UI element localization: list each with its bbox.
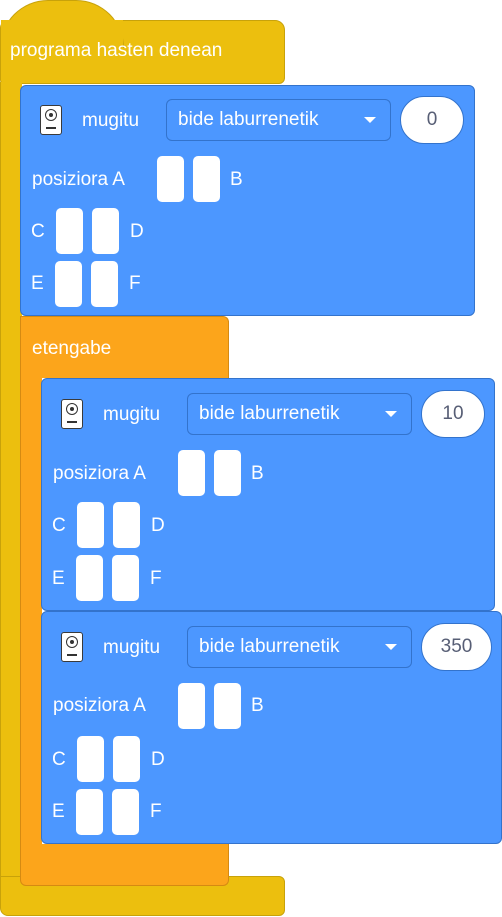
position-label: posiziora A bbox=[53, 695, 146, 716]
port-e-slot[interactable] bbox=[55, 261, 82, 307]
port-a-slot-2[interactable] bbox=[214, 450, 241, 496]
port-b-label: B bbox=[251, 695, 264, 716]
port-e-slot[interactable] bbox=[76, 789, 103, 835]
direction-dropdown[interactable]: bide laburrenetik bbox=[166, 99, 391, 141]
port-f-label: F bbox=[129, 273, 141, 294]
hat-stack-spine bbox=[0, 82, 22, 882]
port-b-label: B bbox=[230, 169, 243, 190]
direction-dropdown[interactable]: bide laburrenetik bbox=[187, 626, 412, 668]
port-e-label: E bbox=[31, 273, 44, 294]
motor-block-label: mugitu bbox=[103, 637, 161, 658]
port-c-slot[interactable] bbox=[77, 736, 104, 782]
position-value-input[interactable]: 350 bbox=[421, 623, 492, 671]
direction-dropdown-value: bide laburrenetik bbox=[199, 636, 340, 657]
position-label: posiziora A bbox=[32, 169, 125, 190]
port-d-slot[interactable] bbox=[113, 502, 140, 548]
port-d-slot[interactable] bbox=[92, 208, 119, 254]
port-c-label: C bbox=[52, 749, 66, 770]
forever-loop-arm bbox=[20, 376, 42, 846]
position-value-input[interactable]: 0 bbox=[400, 96, 464, 144]
port-f-label: F bbox=[150, 801, 162, 822]
direction-dropdown-value: bide laburrenetik bbox=[178, 109, 319, 130]
port-c-slot[interactable] bbox=[56, 208, 83, 254]
port-e-label: E bbox=[52, 568, 65, 589]
port-f-label: F bbox=[150, 568, 162, 589]
port-d-label: D bbox=[130, 221, 144, 242]
port-d-label: D bbox=[151, 749, 165, 770]
port-a-slot-1[interactable] bbox=[178, 450, 205, 496]
motor-icon bbox=[40, 105, 62, 135]
dropdown-arrow-icon bbox=[385, 644, 397, 650]
port-a-slot-1[interactable] bbox=[157, 156, 184, 202]
port-f-slot[interactable] bbox=[91, 261, 118, 307]
port-a-slot-1[interactable] bbox=[178, 683, 205, 729]
port-c-label: C bbox=[31, 221, 45, 242]
port-d-label: D bbox=[151, 515, 165, 536]
position-value-input[interactable]: 10 bbox=[421, 390, 485, 438]
direction-dropdown-value: bide laburrenetik bbox=[199, 403, 340, 424]
motor-icon bbox=[61, 399, 83, 429]
dropdown-arrow-icon bbox=[385, 411, 397, 417]
position-label: posiziora A bbox=[53, 463, 146, 484]
forever-loop-bottom bbox=[20, 844, 229, 886]
motor-block-label: mugitu bbox=[103, 404, 161, 425]
port-e-label: E bbox=[52, 801, 65, 822]
port-a-slot-2[interactable] bbox=[214, 683, 241, 729]
port-c-slot[interactable] bbox=[77, 502, 104, 548]
port-d-slot[interactable] bbox=[113, 736, 140, 782]
motor-icon bbox=[61, 632, 83, 662]
direction-dropdown[interactable]: bide laburrenetik bbox=[187, 393, 412, 435]
port-e-slot[interactable] bbox=[76, 555, 103, 601]
port-b-label: B bbox=[251, 463, 264, 484]
dropdown-arrow-icon bbox=[364, 117, 376, 123]
port-f-slot[interactable] bbox=[112, 789, 139, 835]
hat-block-label: programa hasten denean bbox=[10, 40, 223, 61]
port-c-label: C bbox=[52, 515, 66, 536]
motor-block-label: mugitu bbox=[82, 110, 140, 131]
port-a-slot-2[interactable] bbox=[193, 156, 220, 202]
forever-loop-label: etengabe bbox=[32, 338, 112, 359]
port-f-slot[interactable] bbox=[112, 555, 139, 601]
